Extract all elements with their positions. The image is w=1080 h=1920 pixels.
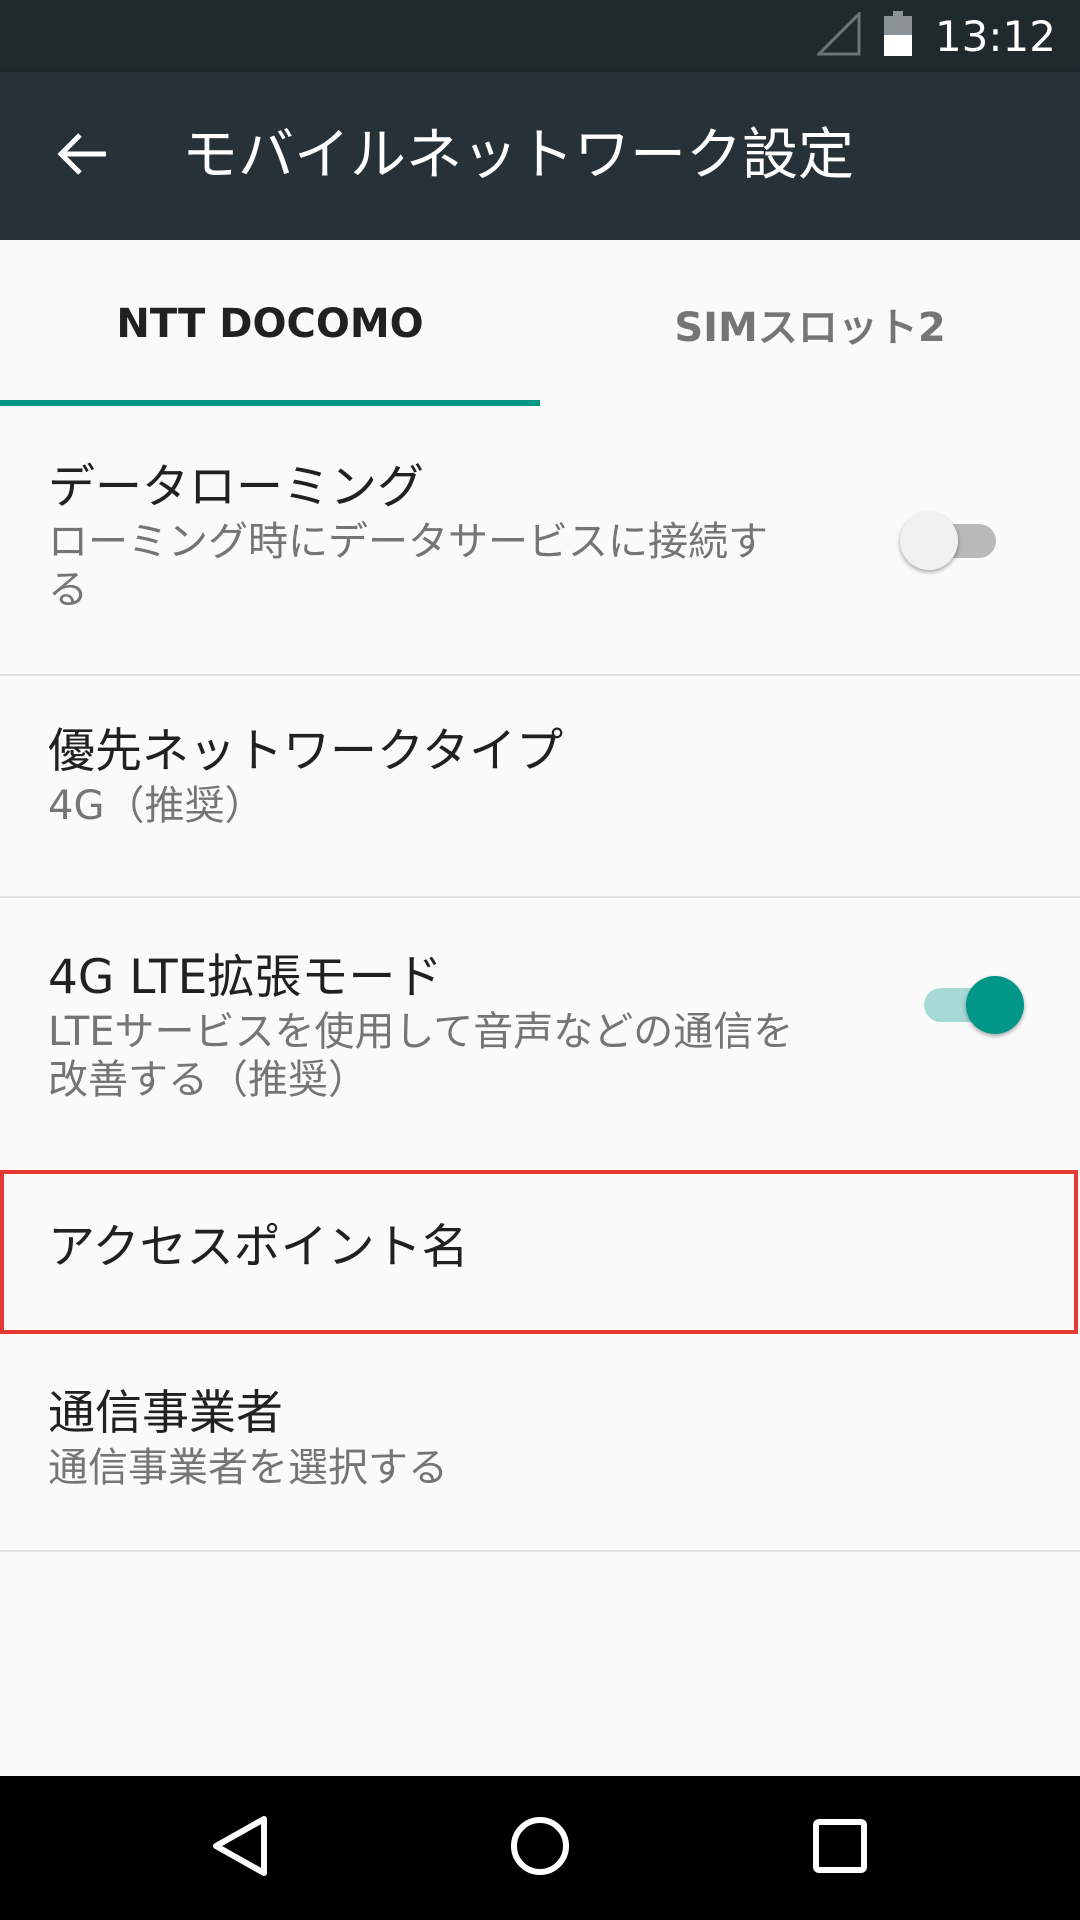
tab-indicator [0,400,540,406]
nav-recents-button[interactable] [790,1806,890,1890]
lte-mode-summary-line1: LTEサービスを使用して音声などの通信を [48,1009,794,1055]
home-icon [508,1814,572,1882]
lte-mode-switch[interactable] [912,968,1024,1040]
carrier-item[interactable]: 通信事業者 通信事業者を選択する [0,1334,1080,1552]
data-roaming-text: データローミング ローミング時にデータサービスに接続す る [48,458,768,614]
carrier-title: 通信事業者 [48,1386,283,1441]
back-button[interactable] [46,120,118,192]
lte-mode-title: 4G LTE拡張モード [48,950,443,1005]
data-roaming-summary-line2: る [48,567,88,613]
preferred-network-summary: 4G（推奨） [48,783,265,829]
switch-thumb [900,512,958,570]
navigation-bar [0,1776,1080,1920]
preferred-network-text: 優先ネットワークタイプ 4G（推奨） [48,722,563,830]
data-roaming-switch[interactable] [900,504,1012,576]
sim-tabs: NTT DOCOMO SIMスロット2 [0,240,1080,408]
status-time: 13:12 [934,11,1056,61]
preferred-network-title: 優先ネットワークタイプ [48,724,564,779]
lte-mode-text: 4G LTE拡張モード LTEサービスを使用して音声などの通信を 改善する（推奨… [48,948,793,1104]
page-title: モバイルネットワーク設定 [182,123,854,188]
carrier-text: 通信事業者 通信事業者を選択する [48,1384,448,1492]
data-roaming-item[interactable]: データローミング ローミング時にデータサービスに接続す る [0,408,1080,676]
tab-ntt-docomo[interactable]: NTT DOCOMO [0,240,540,408]
lte-mode-summary-line2: 改善する（推奨） [48,1057,368,1103]
recents-icon [810,1816,870,1880]
nav-home-button[interactable] [490,1806,590,1890]
status-icons: 13:12 [815,0,1056,72]
carrier-summary: 通信事業者を選択する [48,1445,448,1491]
back-icon [210,1814,270,1882]
nav-back-button[interactable] [190,1806,290,1890]
battery-icon [883,11,913,61]
signal-icon [815,10,861,60]
app-toolbar: モバイルネットワーク設定 [0,72,1080,240]
data-roaming-summary-line1: ローミング時にデータサービスに接続す [48,519,768,565]
status-bar: 13:12 [0,0,1080,72]
tab-sim-slot-2[interactable]: SIMスロット2 [540,240,1080,408]
lte-mode-item[interactable]: 4G LTE拡張モード LTEサービスを使用して音声などの通信を 改善する（推奨… [0,898,1080,1168]
preferred-network-item[interactable]: 優先ネットワークタイプ 4G（推奨） [0,676,1080,898]
settings-list: データローミング ローミング時にデータサービスに接続す る 優先ネットワークタイ… [0,408,1080,1552]
apn-highlight-box [0,1170,1078,1334]
switch-thumb [966,976,1024,1034]
arrow-back-icon [56,132,108,180]
data-roaming-title: データローミング [48,460,424,515]
